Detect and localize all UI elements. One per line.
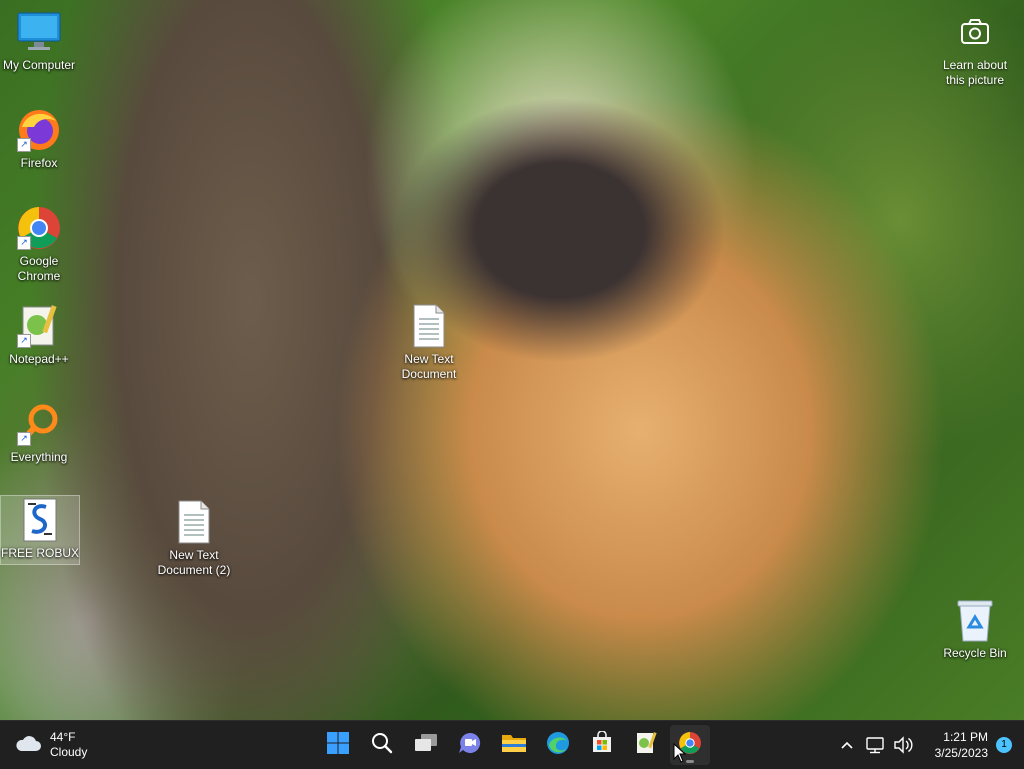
desktop-icon-recycle-bin[interactable]: Recycle Bin bbox=[936, 596, 1014, 661]
desktop-icon-label: Notepad++ bbox=[9, 352, 69, 366]
store-icon bbox=[590, 729, 614, 760]
microsoft-store-button[interactable] bbox=[582, 725, 622, 765]
desktop-icon-label: New Text Document bbox=[401, 352, 457, 381]
system-tray: 1:21 PM 3/25/2023 1 bbox=[833, 721, 1024, 769]
weather-widget[interactable]: 44°F Cloudy bbox=[14, 729, 87, 761]
learn-about-this-picture[interactable]: Learn about this picture bbox=[935, 12, 1015, 88]
weather-condition: Cloudy bbox=[50, 745, 88, 759]
task-view-button[interactable] bbox=[406, 725, 446, 765]
search-everything-icon: ↗ bbox=[15, 400, 63, 448]
search-icon bbox=[370, 731, 394, 760]
windows-logo-icon bbox=[326, 731, 350, 760]
start-button[interactable] bbox=[318, 725, 358, 765]
desktop-icon-label: New Text Document (2) bbox=[157, 548, 231, 577]
volume-icon[interactable] bbox=[891, 736, 915, 754]
chevron-up-icon[interactable] bbox=[835, 740, 859, 750]
desktop-icon-everything[interactable]: ↗ Everything bbox=[0, 400, 78, 465]
notepadpp-icon: ↗ bbox=[15, 302, 63, 350]
desktop-icon-label: Firefox bbox=[20, 156, 58, 170]
chat-icon bbox=[457, 731, 483, 760]
desktop-icon-label: Google Chrome bbox=[17, 254, 61, 283]
desktop-icon-label: Recycle Bin bbox=[943, 646, 1007, 660]
task-view-icon bbox=[413, 732, 439, 759]
desktop-icon-new-text-document-2[interactable]: New Text Document (2) bbox=[155, 498, 233, 578]
desktop-icon-label: FREE ROBUX bbox=[1, 546, 80, 560]
clock-time: 1:21 PM bbox=[943, 730, 988, 744]
recycle-bin-icon bbox=[951, 596, 999, 644]
weather-temp: 44°F bbox=[50, 730, 76, 744]
learn-about-label: Learn about this picture bbox=[942, 58, 1008, 87]
clock-date: 3/25/2023 bbox=[934, 746, 988, 760]
taskbar: 44°F Cloudy 1:21 PM 3/25/2023 1 bbox=[0, 720, 1024, 769]
desktop-icon-free-robux[interactable]: FREE ROBUX bbox=[0, 495, 80, 565]
firefox-icon: ↗ bbox=[15, 106, 63, 154]
desktop-icon-notepadpp[interactable]: ↗ Notepad++ bbox=[0, 302, 78, 367]
folder-icon bbox=[501, 732, 527, 759]
text-file-icon bbox=[405, 302, 453, 350]
edge-button[interactable] bbox=[538, 725, 578, 765]
chrome-icon: ↗ bbox=[15, 204, 63, 252]
desktop-icon-firefox[interactable]: ↗ Firefox bbox=[0, 106, 78, 171]
text-file-icon bbox=[170, 498, 218, 546]
network-icon[interactable] bbox=[863, 736, 887, 754]
camera-icon bbox=[955, 12, 995, 52]
monitor-icon bbox=[15, 8, 63, 56]
taskbar-apps bbox=[318, 725, 714, 765]
notepadpp-taskbar-button[interactable] bbox=[626, 725, 666, 765]
desktop-icon-my-computer[interactable]: My Computer bbox=[0, 8, 78, 73]
mouse-cursor-icon bbox=[673, 742, 687, 768]
notepadpp-icon bbox=[634, 731, 658, 760]
edge-icon bbox=[545, 730, 571, 761]
search-button[interactable] bbox=[362, 725, 402, 765]
desktop-icon-google-chrome[interactable]: ↗ Google Chrome bbox=[0, 204, 78, 284]
notification-badge[interactable]: 1 bbox=[996, 737, 1012, 753]
taskbar-clock[interactable]: 1:21 PM 3/25/2023 bbox=[935, 729, 988, 761]
desktop-icon-label: Everything bbox=[10, 450, 68, 464]
desktop-wallpaper: My Computer ↗ Firefox ↗ Google Chrome ↗ … bbox=[0, 0, 1024, 720]
desktop-icon-new-text-document[interactable]: New Text Document bbox=[390, 302, 468, 382]
cloud-icon bbox=[14, 733, 42, 758]
script-file-icon bbox=[16, 496, 64, 544]
teams-chat-button[interactable] bbox=[450, 725, 490, 765]
file-explorer-button[interactable] bbox=[494, 725, 534, 765]
desktop-icon-label: My Computer bbox=[2, 58, 76, 72]
